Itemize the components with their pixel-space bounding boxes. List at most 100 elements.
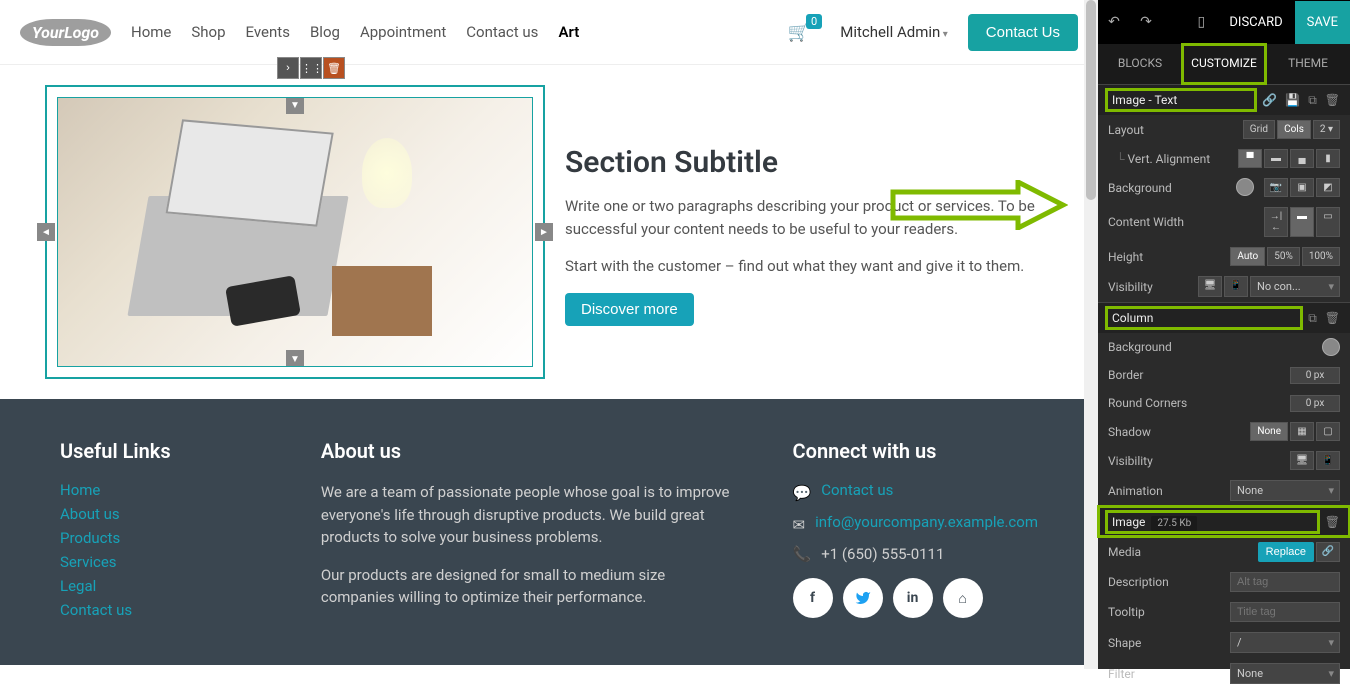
save-block-icon[interactable]: 💾: [1285, 93, 1300, 107]
section-header-image-text[interactable]: Image - Text 🔗 💾 ⧉ 🗑: [1098, 84, 1350, 115]
col-vis-mobile-icon[interactable]: 📱: [1316, 451, 1340, 470]
valign-middle-icon[interactable]: ▬: [1264, 149, 1288, 168]
filter-select[interactable]: None: [1230, 663, 1340, 684]
facebook-icon[interactable]: f: [793, 578, 833, 618]
undo-icon[interactable]: ↶: [1098, 14, 1130, 30]
height-auto-button[interactable]: Auto: [1230, 247, 1265, 266]
footer-link-services[interactable]: Services: [60, 553, 271, 571]
site-logo[interactable]: YourLogo: [20, 19, 111, 46]
trash-image-icon[interactable]: 🗑: [1325, 515, 1340, 529]
content-width-label: Content Width: [1108, 215, 1264, 229]
shadow-out-icon[interactable]: ▦: [1290, 422, 1314, 441]
vis-mobile-icon[interactable]: 📱: [1224, 276, 1248, 297]
footer-link-legal[interactable]: Legal: [60, 577, 271, 595]
title-tag-input[interactable]: [1230, 602, 1340, 622]
round-label: Round Corners: [1108, 396, 1290, 410]
linkedin-icon[interactable]: in: [893, 578, 933, 618]
duplicate-icon[interactable]: ⧉: [1308, 93, 1317, 108]
resize-handle-bottom[interactable]: ▼: [286, 350, 304, 367]
height-100-button[interactable]: 100%: [1302, 247, 1340, 266]
nav-contact[interactable]: Contact us: [466, 23, 538, 41]
trash-column-icon[interactable]: 🗑: [1325, 311, 1340, 325]
trash-icon[interactable]: 🗑: [1325, 93, 1340, 107]
vis-condition-select[interactable]: No con...: [1250, 276, 1340, 297]
tab-blocks[interactable]: BLOCKS: [1098, 44, 1182, 84]
footer-link-about[interactable]: About us: [60, 505, 271, 523]
nav-blog[interactable]: Blog: [310, 23, 340, 41]
connect-title: Connect with us: [793, 439, 1038, 463]
mobile-preview-icon[interactable]: ▯: [1185, 14, 1217, 30]
image-column[interactable]: › ⋮⋮ 🗑 ◄ ► ▼ ▼: [45, 85, 545, 379]
about-paragraph-2: Our products are designed for small to m…: [321, 564, 743, 609]
resize-handle-right[interactable]: ►: [535, 223, 553, 241]
tab-customize[interactable]: CUSTOMIZE: [1182, 44, 1266, 84]
vis-desktop-icon[interactable]: 🖥: [1198, 276, 1222, 297]
annotation-arrow: [888, 180, 1068, 234]
nav-appointment[interactable]: Appointment: [360, 23, 446, 41]
alt-tag-input[interactable]: [1230, 572, 1340, 592]
col-vis-desktop-icon[interactable]: 🖥: [1290, 451, 1314, 470]
footer-link-products[interactable]: Products: [60, 529, 271, 547]
resize-handle-top[interactable]: ▼: [286, 97, 304, 114]
contact-us-button[interactable]: Contact Us: [968, 14, 1078, 51]
nav-home[interactable]: Home: [131, 23, 171, 41]
width-small-icon[interactable]: →|←: [1264, 207, 1288, 237]
editor-panel: ↶ ↷ ▯ DISCARD SAVE BLOCKS CUSTOMIZE THEM…: [1098, 0, 1350, 669]
height-50-button[interactable]: 50%: [1267, 247, 1300, 266]
toolbar-grid-icon[interactable]: ⋮⋮: [300, 57, 322, 79]
twitter-icon[interactable]: [843, 578, 883, 618]
bg-video-icon[interactable]: ▣: [1290, 178, 1314, 197]
section-paragraph-2[interactable]: Start with the customer – find out what …: [565, 255, 1053, 278]
valign-stretch-icon[interactable]: ▮: [1316, 149, 1340, 168]
resize-handle-left[interactable]: ◄: [37, 223, 55, 241]
main-scrollbar[interactable]: [1084, 0, 1098, 669]
cols-count-select[interactable]: 2 ▾: [1313, 120, 1340, 139]
selected-image[interactable]: ▼ ▼: [57, 97, 533, 367]
nav-events[interactable]: Events: [246, 23, 290, 41]
bg-color-picker[interactable]: [1236, 178, 1254, 196]
round-input[interactable]: 0 px: [1290, 395, 1340, 412]
home-icon[interactable]: ⌂: [943, 578, 983, 618]
section-header-image[interactable]: Image27.5 Kb 🗑: [1098, 506, 1350, 537]
border-input[interactable]: 0 px: [1290, 367, 1340, 384]
width-full-icon[interactable]: ▭: [1316, 207, 1340, 237]
replace-media-button[interactable]: Replace: [1258, 542, 1314, 562]
layout-cols-button[interactable]: Cols: [1277, 120, 1311, 139]
footer-contact-link[interactable]: Contact us: [821, 481, 893, 499]
speech-icon: 💬: [793, 484, 812, 502]
tab-theme[interactable]: THEME: [1266, 44, 1350, 84]
valign-bottom-icon[interactable]: ▄: [1290, 149, 1314, 168]
section-header-column[interactable]: Column ⧉ 🗑: [1098, 302, 1350, 333]
discard-button[interactable]: DISCARD: [1217, 15, 1294, 30]
redo-icon[interactable]: ↷: [1130, 14, 1162, 30]
footer-link-contact[interactable]: Contact us: [60, 601, 271, 619]
nav-shop[interactable]: Shop: [191, 23, 225, 41]
width-normal-icon[interactable]: ▬: [1290, 207, 1314, 237]
save-button[interactable]: SAVE: [1295, 1, 1350, 44]
nav-art[interactable]: Art: [558, 23, 579, 41]
bg-shape-icon[interactable]: ◩: [1316, 178, 1340, 197]
animation-select[interactable]: None: [1230, 480, 1340, 501]
cart-icon[interactable]: 🛒0: [788, 22, 810, 43]
image-text-section: › ⋮⋮ 🗑 ◄ ► ▼ ▼ Section Subtitle Write on…: [0, 65, 1098, 399]
background-label: Background: [1108, 181, 1236, 195]
col-bg-color[interactable]: [1322, 338, 1340, 356]
valign-top-icon[interactable]: ▀: [1238, 149, 1262, 168]
toolbar-delete-icon[interactable]: 🗑: [323, 57, 345, 79]
layout-grid-button[interactable]: Grid: [1243, 120, 1275, 139]
panel-topbar: ↶ ↷ ▯ DISCARD SAVE: [1098, 0, 1350, 44]
shadow-in-icon[interactable]: ▢: [1316, 422, 1340, 441]
footer-link-home[interactable]: Home: [60, 481, 271, 499]
bg-image-icon[interactable]: 📷: [1264, 178, 1288, 197]
user-menu[interactable]: Mitchell Admin: [840, 23, 948, 41]
shadow-none-button[interactable]: None: [1250, 422, 1288, 441]
toolbar-move-icon[interactable]: ›: [277, 57, 299, 79]
footer-email-link[interactable]: info@yourcompany.example.com: [815, 513, 1038, 531]
section-subtitle[interactable]: Section Subtitle: [565, 145, 1053, 180]
duplicate-column-icon[interactable]: ⧉: [1308, 311, 1317, 326]
discover-more-button[interactable]: Discover more: [565, 293, 694, 326]
media-link-icon[interactable]: 🔗: [1316, 542, 1340, 562]
main-nav: Home Shop Events Blog Appointment Contac…: [131, 23, 758, 41]
shape-select[interactable]: /: [1230, 632, 1340, 653]
link-icon[interactable]: 🔗: [1262, 93, 1277, 107]
